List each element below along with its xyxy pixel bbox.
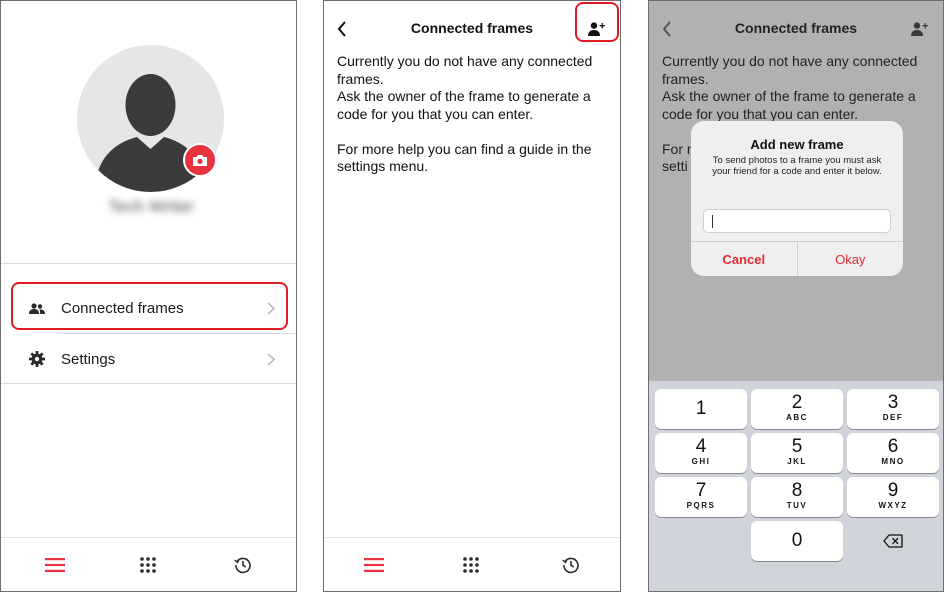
cancel-button[interactable]: Cancel — [691, 242, 798, 276]
history-icon — [562, 557, 579, 574]
menu-item-settings[interactable]: Settings — [13, 336, 285, 382]
key-digit: 9 — [887, 480, 899, 501]
chevron-right-icon — [261, 349, 281, 369]
camera-icon — [193, 154, 207, 166]
tab-grid[interactable] — [454, 548, 488, 582]
empty-state-text: Currently you do not have any connected … — [337, 53, 609, 176]
tab-menu[interactable] — [357, 548, 391, 582]
chevron-left-icon — [337, 21, 346, 37]
profile-name: Tech Writer — [108, 197, 194, 216]
empty-state-line: Currently you do not have any connected … — [662, 53, 918, 87]
menu-item-label: Settings — [61, 350, 116, 368]
add-user-icon — [911, 22, 928, 36]
nav-bar: Connected frames — [649, 13, 943, 45]
key-digit: 8 — [791, 480, 803, 501]
tab-history[interactable] — [554, 548, 588, 582]
add-frame-dialog: Add new frame To send photos to a frame … — [691, 121, 903, 276]
key-letters: TUV — [786, 501, 808, 510]
page-title: Connected frames — [734, 20, 858, 36]
key-4[interactable]: 4 GHI — [655, 433, 747, 473]
key-letters: MNO — [881, 457, 905, 466]
key-digit: 0 — [791, 530, 803, 551]
key-digit: 4 — [695, 436, 707, 457]
add-frame-screen: Connected frames Currently you do not ha… — [648, 0, 944, 592]
key-7[interactable]: 7 PQRS — [655, 477, 747, 517]
key-6[interactable]: 6 MNO — [847, 433, 939, 473]
chevron-left-icon — [662, 21, 671, 37]
key-letters: JKL — [787, 457, 807, 466]
highlight-box — [11, 282, 288, 330]
empty-state-line: Ask the owner of the frame to generate a… — [337, 88, 591, 122]
key-letters: GHI — [691, 457, 711, 466]
tab-menu[interactable] — [38, 548, 72, 582]
dialog-title: Add new frame — [750, 137, 844, 152]
key-letters: PQRS — [686, 501, 716, 510]
connected-frames-screen: Connected frames Currently you do not ha… — [323, 0, 621, 592]
tab-grid[interactable] — [131, 548, 165, 582]
divider — [1, 263, 296, 264]
dialog-buttons: Cancel Okay — [691, 241, 903, 276]
divider — [57, 333, 296, 334]
page-title: Connected frames — [410, 20, 534, 36]
back-button[interactable] — [330, 17, 354, 41]
frame-code-input[interactable] — [703, 209, 891, 233]
key-5[interactable]: 5 JKL — [751, 433, 843, 473]
backspace-key[interactable] — [847, 521, 939, 561]
key-letters: ABC — [786, 413, 808, 422]
change-photo-button[interactable] — [183, 143, 217, 177]
text-caret — [712, 215, 713, 228]
key-9[interactable]: 9 WXYZ — [847, 477, 939, 517]
dialog-message: To send photos to a frame you must ask y… — [712, 155, 882, 177]
key-0[interactable]: 0 — [751, 521, 843, 561]
key-digit: 7 — [695, 480, 707, 501]
menu-icon — [364, 558, 384, 572]
highlight-box — [575, 2, 619, 42]
empty-state-line: Currently you do not have any connected … — [337, 53, 593, 87]
key-digit: 2 — [791, 392, 803, 413]
profile-screen: Tech Writer Connected frames Settings — [0, 0, 297, 592]
key-digit: 1 — [695, 398, 707, 419]
grid-icon — [140, 557, 156, 573]
key-digit: 5 — [791, 436, 803, 457]
key-1[interactable]: 1 — [655, 389, 747, 429]
tab-bar — [324, 537, 620, 591]
help-text-fragment: setti — [662, 158, 688, 174]
gear-icon — [19, 349, 55, 369]
history-icon — [234, 557, 251, 574]
okay-button[interactable]: Okay — [798, 242, 904, 276]
divider — [1, 383, 296, 384]
key-digit: 6 — [887, 436, 899, 457]
tab-history[interactable] — [226, 548, 260, 582]
key-letters: WXYZ — [878, 501, 908, 510]
key-letters: DEF — [882, 413, 904, 422]
key-8[interactable]: 8 TUV — [751, 477, 843, 517]
tab-bar — [1, 537, 296, 591]
numeric-keypad: 1 2 ABC 3 DEF 4 GHI 5 JKL 6 MNO 7 PQRS 8 TUV 9W… — [649, 381, 943, 591]
key-digit: 3 — [887, 392, 899, 413]
back-button[interactable] — [655, 17, 679, 41]
empty-state-line: Ask the owner of the frame to generate a… — [662, 88, 916, 122]
key-3[interactable]: 3 DEF — [847, 389, 939, 429]
help-text: For more help you can find a guide in th… — [337, 140, 592, 175]
menu-icon — [45, 558, 65, 572]
add-frame-button[interactable] — [905, 15, 935, 43]
grid-icon — [463, 557, 479, 573]
backspace-icon — [883, 534, 903, 548]
key-2[interactable]: 2 ABC — [751, 389, 843, 429]
